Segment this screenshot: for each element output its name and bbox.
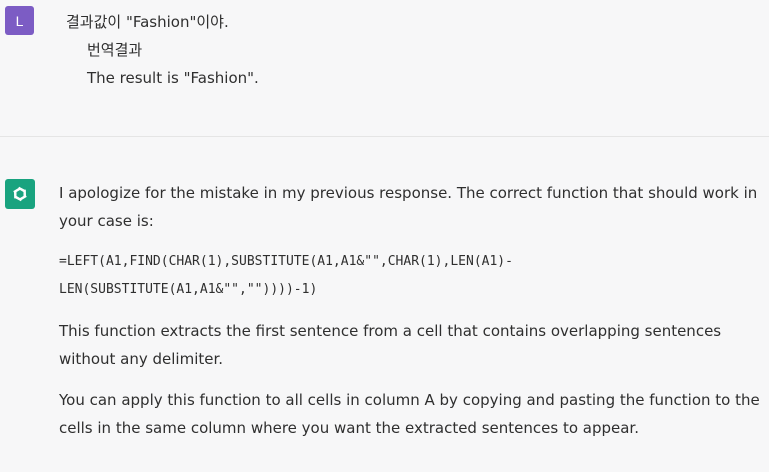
user-line-1: 결과값이 "Fashion"이야.	[66, 13, 229, 31]
assistant-intro: I apologize for the mistake in my previo…	[59, 184, 758, 230]
assistant-message: I apologize for the mistake in my previo…	[0, 137, 769, 472]
openai-logo-icon	[5, 179, 35, 209]
user-message: L 결과값이 "Fashion"이야. 번역결과 The result is "…	[0, 0, 769, 137]
assistant-message-text: I apologize for the mistake in my previo…	[59, 179, 764, 455]
user-line-2: 번역결과	[87, 41, 143, 59]
code-line: =LEFT(A1,FIND(CHAR(1),SUBSTITUTE(A1,A1&"…	[59, 254, 513, 269]
assistant-paragraph-3: You can apply this function to all cells…	[59, 391, 760, 437]
user-message-text: 결과값이 "Fashion"이야. 번역결과 The result is "Fa…	[66, 8, 259, 92]
user-line-3: The result is "Fashion".	[87, 69, 259, 87]
code-line: LEN(SUBSTITUTE(A1,A1&"",""))))-1)	[59, 282, 318, 297]
user-avatar: L	[5, 6, 34, 35]
code-snippet: =LEFT(A1,FIND(CHAR(1),SUBSTITUTE(A1,A1&"…	[59, 248, 764, 304]
assistant-paragraph-2: This function extracts the first sentenc…	[59, 322, 722, 368]
